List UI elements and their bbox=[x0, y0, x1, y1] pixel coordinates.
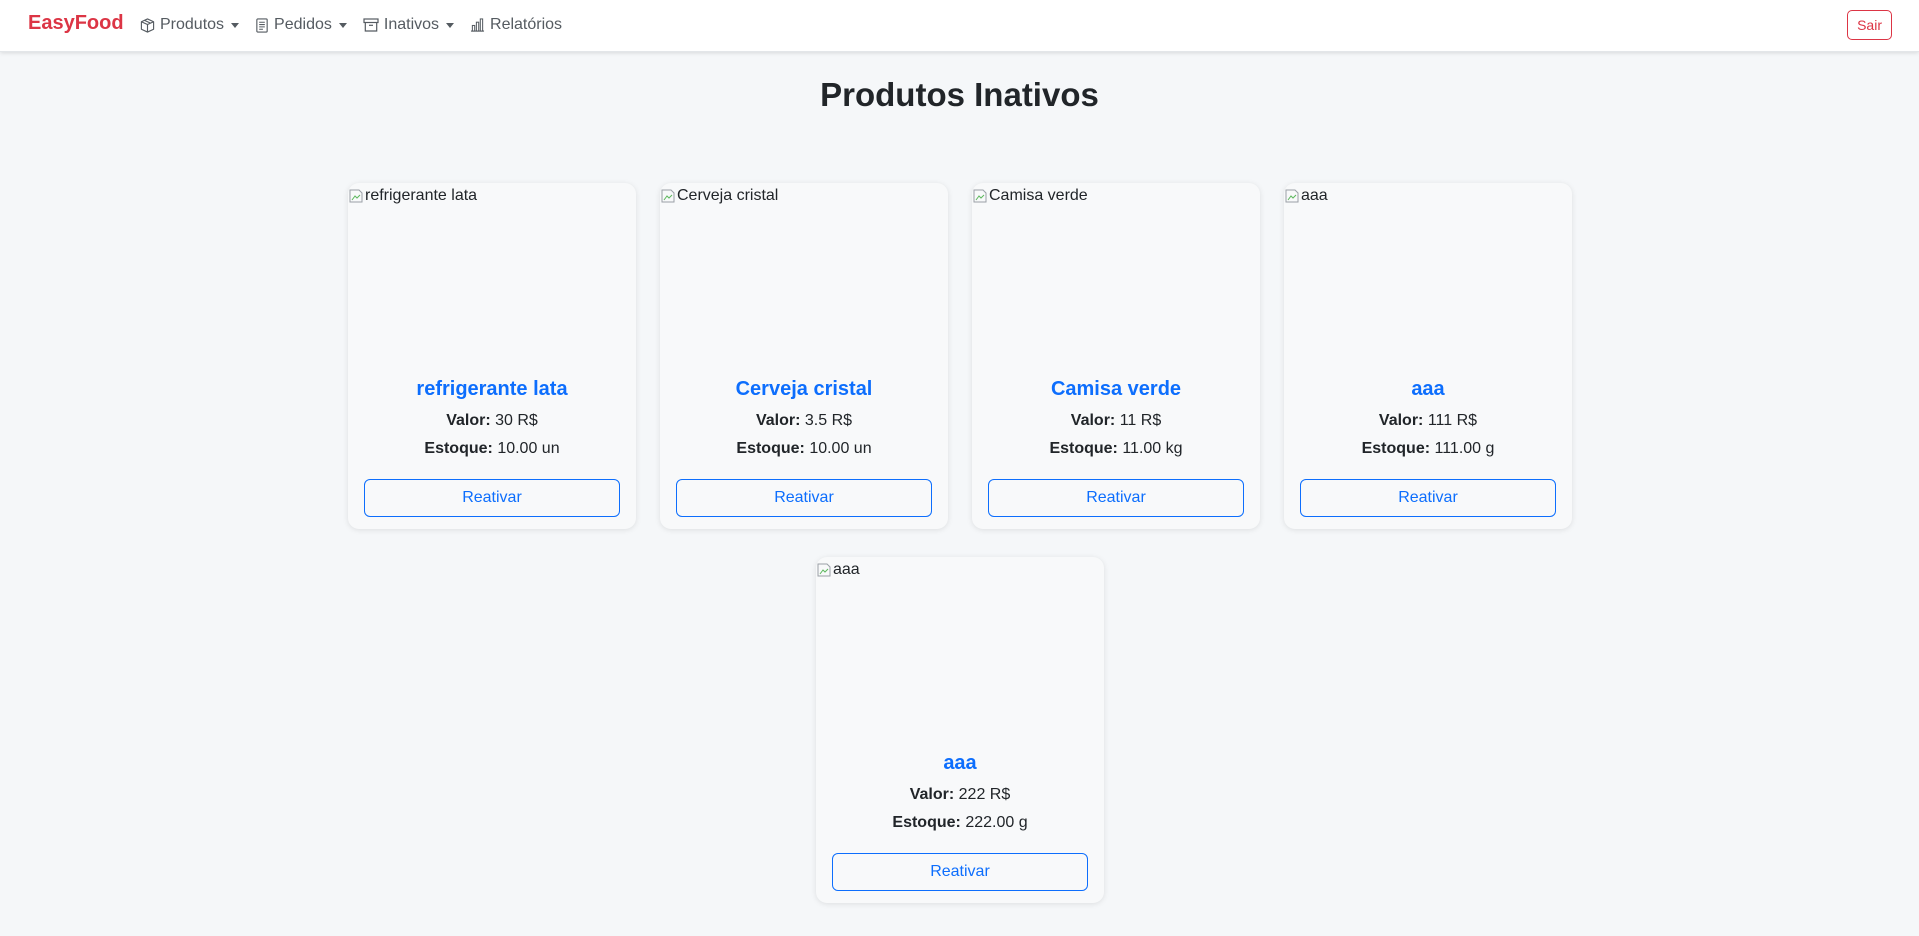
price-label: Valor: bbox=[909, 786, 955, 803]
image-alt-text: Camisa verde bbox=[989, 187, 1088, 204]
brand-logo[interactable]: EasyFood bbox=[28, 12, 124, 35]
product-stock: Estoque: 11.00 kg bbox=[972, 440, 1260, 458]
product-price: Valor: 11 R$ bbox=[972, 412, 1260, 430]
nav-item-label: Pedidos bbox=[274, 16, 332, 33]
stock-label: Estoque: bbox=[1361, 440, 1431, 457]
product-stock: Estoque: 10.00 un bbox=[660, 440, 948, 458]
logout-button[interactable]: Sair bbox=[1847, 10, 1892, 40]
product-card: Cerveja cristal Cerveja cristal Valor: 3… bbox=[660, 183, 948, 529]
image-alt-text: refrigerante lata bbox=[365, 187, 478, 204]
bar-chart-icon bbox=[470, 18, 485, 32]
stock-value: 222.00 g bbox=[965, 814, 1028, 831]
chevron-down-icon bbox=[231, 22, 240, 28]
receipt-icon bbox=[256, 17, 268, 33]
product-card: aaa aaa Valor: 222 R$ Estoque: 222.00 g … bbox=[816, 557, 1104, 903]
product-card: aaa aaa Valor: 111 R$ Estoque: 111.00 g … bbox=[1284, 183, 1572, 529]
reactivate-button[interactable]: Reativar bbox=[364, 479, 620, 517]
stock-label: Estoque: bbox=[424, 440, 493, 457]
broken-image-icon bbox=[661, 189, 675, 203]
broken-image-icon bbox=[349, 189, 363, 203]
product-card: refrigerante lata refrigerante lata Valo… bbox=[348, 183, 636, 529]
product-image: aaa bbox=[816, 557, 1104, 747]
product-name: aaa bbox=[1411, 378, 1445, 400]
reactivate-button[interactable]: Reativar bbox=[1300, 479, 1556, 517]
broken-image-icon bbox=[973, 189, 987, 203]
price-value: 111 R$ bbox=[1427, 412, 1478, 429]
product-name: aaa bbox=[943, 752, 977, 774]
chevron-down-icon bbox=[338, 22, 347, 28]
price-label: Valor: bbox=[1070, 412, 1116, 429]
price-label: Valor: bbox=[446, 412, 491, 429]
product-price: Valor: 3.5 R$ bbox=[660, 412, 948, 430]
stock-value: 10.00 un bbox=[497, 440, 560, 457]
nav-menu: Produtos Pedidos Inativos Relatórios bbox=[140, 0, 578, 50]
image-alt-text: Cerveja cristal bbox=[677, 187, 779, 204]
product-name: refrigerante lata bbox=[416, 378, 568, 400]
page-title: Produtos Inativos bbox=[820, 76, 1099, 113]
price-value: 30 R$ bbox=[495, 412, 538, 429]
top-navbar: EasyFood Produtos Pedidos Inativos Relat… bbox=[0, 0, 1919, 52]
nav-item-label: Inativos bbox=[383, 16, 440, 33]
archive-icon bbox=[363, 18, 379, 32]
chevron-down-icon bbox=[446, 22, 455, 28]
product-image: aaa bbox=[1284, 183, 1572, 373]
stock-value: 10.00 un bbox=[809, 440, 872, 457]
price-label: Valor: bbox=[755, 412, 801, 429]
product-image: Camisa verde bbox=[972, 183, 1260, 373]
price-value: 11 R$ bbox=[1119, 412, 1162, 429]
reactivate-button[interactable]: Reativar bbox=[832, 853, 1088, 891]
nav-item-label: Relatórios bbox=[490, 16, 563, 33]
stock-label: Estoque: bbox=[1049, 440, 1118, 457]
nav-item-pedidos[interactable]: Pedidos bbox=[255, 16, 347, 34]
price-value: 222 R$ bbox=[958, 786, 1011, 803]
nav-item-relatorios[interactable]: Relatórios bbox=[470, 16, 562, 34]
product-price: Valor: 222 R$ bbox=[816, 786, 1104, 804]
box-icon bbox=[140, 17, 155, 33]
product-card: Camisa verde Camisa verde Valor: 11 R$ E… bbox=[972, 183, 1260, 529]
reactivate-button[interactable]: Reativar bbox=[676, 479, 932, 517]
product-price: Valor: 30 R$ bbox=[348, 412, 636, 430]
broken-image-icon bbox=[1285, 189, 1299, 203]
product-name: Cerveja cristal bbox=[735, 378, 873, 400]
product-name: Camisa verde bbox=[1050, 378, 1182, 400]
nav-item-produtos[interactable]: Produtos bbox=[140, 16, 240, 34]
reactivate-button[interactable]: Reativar bbox=[988, 479, 1244, 517]
product-stock: Estoque: 10.00 un bbox=[348, 440, 636, 458]
image-alt-text: aaa bbox=[833, 561, 860, 578]
nav-item-label: Produtos bbox=[160, 16, 225, 33]
stock-value: 11.00 kg bbox=[1122, 440, 1183, 457]
price-value: 3.5 R$ bbox=[804, 412, 853, 429]
product-stock: Estoque: 222.00 g bbox=[816, 814, 1104, 832]
stock-value: 111.00 g bbox=[1434, 440, 1495, 457]
product-image: Cerveja cristal bbox=[660, 183, 948, 373]
product-stock: Estoque: 111.00 g bbox=[1284, 440, 1572, 458]
image-alt-text: aaa bbox=[1301, 187, 1328, 204]
broken-image-icon bbox=[817, 563, 831, 577]
stock-label: Estoque: bbox=[736, 440, 805, 457]
price-label: Valor: bbox=[1378, 412, 1424, 429]
product-price: Valor: 111 R$ bbox=[1284, 412, 1572, 430]
stock-label: Estoque: bbox=[892, 814, 961, 831]
nav-item-inativos[interactable]: Inativos bbox=[363, 16, 455, 34]
product-image: refrigerante lata bbox=[348, 183, 636, 373]
